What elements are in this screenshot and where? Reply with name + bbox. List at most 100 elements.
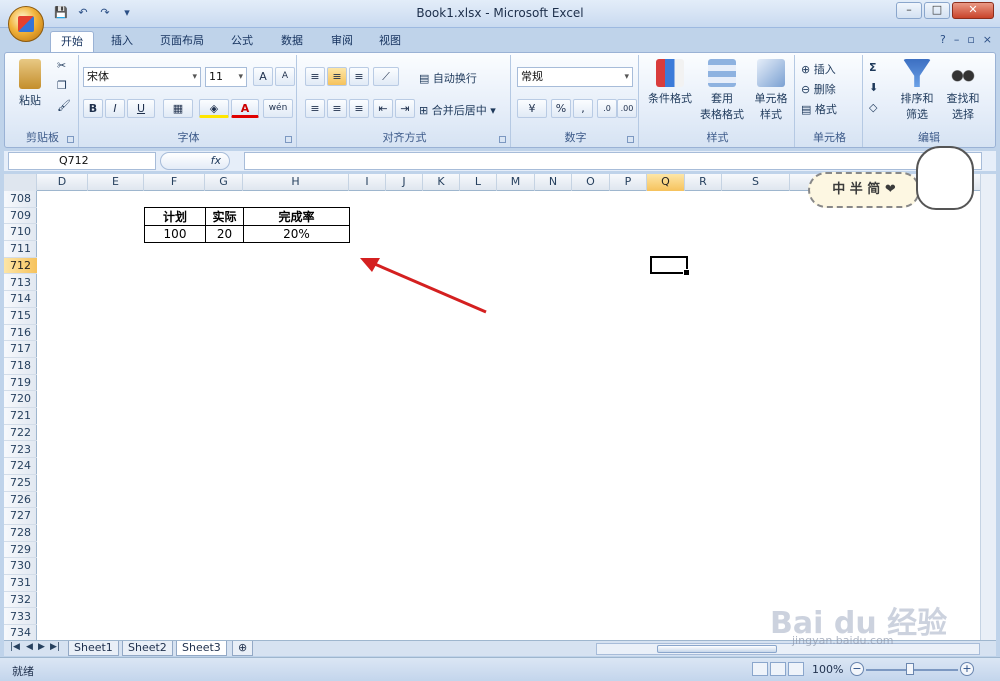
fill-icon[interactable]: ⬇ (869, 81, 878, 94)
row-header-710[interactable]: 710 (4, 224, 37, 242)
number-format-select[interactable]: 常规 (517, 67, 633, 87)
row-header-716[interactable]: 716 (4, 325, 37, 342)
paste-button[interactable]: 粘贴 (13, 59, 47, 108)
row-header-734[interactable]: 734 (4, 625, 37, 640)
tab-review[interactable]: 审阅 (324, 31, 360, 52)
underline-button[interactable]: U (127, 99, 155, 118)
zoom-level[interactable]: 100% (812, 663, 843, 676)
orientation-button[interactable]: ⟋ (373, 67, 399, 86)
horizontal-scrollbar[interactable] (596, 643, 980, 655)
column-header-o[interactable]: O (572, 174, 610, 191)
row-header-711[interactable]: 711 (4, 241, 37, 258)
row-header-719[interactable]: 719 (4, 375, 37, 392)
vertical-scrollbar[interactable] (980, 174, 996, 640)
row-header-727[interactable]: 727 (4, 508, 37, 525)
page-layout-view-button[interactable] (770, 662, 786, 676)
tab-home[interactable]: 开始 (50, 31, 94, 52)
clear-icon[interactable]: ◇ (869, 101, 877, 114)
last-sheet-icon[interactable]: ▶| (50, 642, 60, 652)
row-header-733[interactable]: 733 (4, 609, 37, 626)
row-header-729[interactable]: 729 (4, 542, 37, 559)
column-header-i[interactable]: I (349, 174, 386, 191)
alignment-dialog-launcher[interactable] (499, 136, 506, 143)
table-header-rate[interactable]: 完成率 (243, 207, 350, 226)
row-header-720[interactable]: 720 (4, 391, 37, 409)
zoom-slider-thumb[interactable] (906, 663, 914, 675)
wrap-text-button[interactable]: ▤ 自动换行 (419, 70, 477, 86)
font-name-select[interactable]: 宋体 (83, 67, 201, 87)
column-header-j[interactable]: J (386, 174, 423, 191)
sort-filter-button[interactable]: 排序和 筛选 (895, 59, 939, 122)
currency-button[interactable]: ¥ (517, 99, 547, 118)
minimize-button[interactable]: – (896, 2, 922, 19)
row-header-728[interactable]: 728 (4, 525, 37, 542)
column-header-k[interactable]: K (423, 174, 460, 191)
font-dialog-launcher[interactable] (285, 136, 292, 143)
font-size-select[interactable]: 11 (205, 67, 247, 87)
ribbon-close-icon[interactable]: × (983, 33, 992, 46)
format-as-table-button[interactable]: 套用 表格格式 (697, 59, 747, 122)
table-header-plan[interactable]: 计划 (144, 207, 206, 226)
horizontal-scroll-thumb[interactable] (657, 645, 777, 653)
column-header-f[interactable]: F (144, 174, 205, 191)
row-header-708[interactable]: 708 (4, 191, 37, 208)
office-button[interactable] (8, 6, 44, 42)
align-left-button[interactable]: ≡ (305, 99, 325, 118)
row-header-731[interactable]: 731 (4, 575, 37, 592)
column-header-g[interactable]: G (205, 174, 243, 191)
delete-cells-button[interactable]: ⊖ 删除 (801, 81, 836, 97)
row-header-726[interactable]: 726 (4, 492, 37, 509)
insert-cells-button[interactable]: ⊕ 插入 (801, 61, 836, 77)
format-cells-button[interactable]: ▤ 格式 (801, 101, 837, 117)
row-header-718[interactable]: 718 (4, 358, 37, 375)
close-button[interactable]: ✕ (952, 2, 994, 19)
next-sheet-icon[interactable]: ▶ (38, 642, 45, 652)
ribbon-restore-icon[interactable]: ▫ (967, 33, 974, 46)
italic-button[interactable]: I (105, 99, 125, 118)
insert-function-button[interactable]: fx (160, 152, 230, 170)
column-header-m[interactable]: M (497, 174, 535, 191)
row-header-732[interactable]: 732 (4, 592, 37, 609)
select-all-corner[interactable] (4, 174, 37, 191)
row-header-714[interactable]: 714 (4, 291, 37, 308)
row-header-709[interactable]: 709 (4, 208, 37, 225)
fill-color-button[interactable]: ◈ (199, 99, 229, 118)
shrink-font-button[interactable]: A (275, 67, 295, 86)
name-box[interactable]: Q712 (8, 152, 156, 170)
page-break-view-button[interactable] (788, 662, 804, 676)
column-header-e[interactable]: E (88, 174, 144, 191)
tab-page-layout[interactable]: 页面布局 (154, 31, 210, 52)
border-button[interactable]: ▦ (163, 99, 193, 118)
column-header-q[interactable]: Q (647, 174, 685, 191)
decrease-decimal-button[interactable]: .00 (617, 99, 637, 118)
maximize-button[interactable]: □ (924, 2, 950, 19)
worksheet-grid[interactable]: DEFGHIJKLMNOPQRS 708 709 710 711 712 713 714 71… (4, 174, 980, 640)
table-cell-plan[interactable]: 100 (144, 225, 206, 243)
comma-button[interactable]: , (573, 99, 593, 118)
increase-decimal-button[interactable]: .0 (597, 99, 617, 118)
format-painter-icon[interactable]: 🖌 (57, 99, 71, 112)
grow-font-button[interactable]: A (253, 67, 273, 86)
column-header-p[interactable]: P (610, 174, 647, 191)
tab-view[interactable]: 视图 (372, 31, 408, 52)
zoom-out-button[interactable]: − (850, 662, 864, 676)
column-header-s[interactable]: S (722, 174, 790, 191)
column-header-n[interactable]: N (535, 174, 572, 191)
align-right-button[interactable]: ≡ (349, 99, 369, 118)
zoom-in-button[interactable]: + (960, 662, 974, 676)
row-header-724[interactable]: 724 (4, 458, 37, 475)
sheet-tab-1[interactable]: Sheet1 (68, 641, 119, 656)
insert-sheet-icon[interactable]: ⊕ (232, 641, 254, 656)
first-sheet-icon[interactable]: |◀ (10, 642, 20, 652)
merge-center-button[interactable]: ⊞ 合并后居中 ▾ (419, 102, 496, 118)
number-dialog-launcher[interactable] (627, 136, 634, 143)
percent-button[interactable]: % (551, 99, 571, 118)
column-header-d[interactable]: D (37, 174, 88, 191)
align-top-button[interactable]: ≡ (305, 67, 325, 86)
row-header-715[interactable]: 715 (4, 308, 37, 325)
help-icon[interactable]: ? (940, 33, 946, 46)
increase-indent-button[interactable]: ⇥ (395, 99, 415, 118)
phonetic-button[interactable]: wén (263, 99, 293, 118)
cut-icon[interactable]: ✂ (57, 59, 66, 72)
align-center-button[interactable]: ≡ (327, 99, 347, 118)
